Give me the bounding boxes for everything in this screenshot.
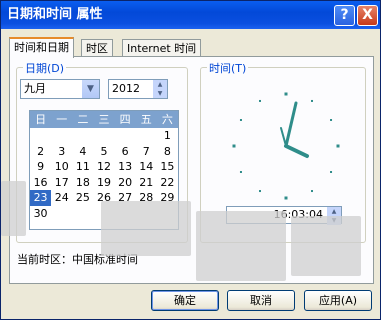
title-bar: 日期和时间 属性 [1,1,380,29]
weekday-header: 五 [140,113,152,126]
calendar-day[interactable]: 10 [51,159,72,175]
spin-up-icon[interactable]: ▲ [153,80,167,89]
window-title: 日期和时间 属性 [7,7,103,22]
calendar-day[interactable]: 20 [115,175,136,191]
pixelated-area [291,216,361,276]
calendar-day[interactable]: 16 [30,175,51,191]
year-spinner[interactable]: 2012 ▲ ▼ [108,79,168,99]
calendar-day[interactable]: 4 [72,144,93,160]
calendar-day[interactable]: 8 [157,144,178,160]
calendar-empty-cell [93,128,114,144]
year-value: 2012 [112,82,140,95]
calendar-empty-cell [115,128,136,144]
clock-tick [239,119,242,121]
calendar-day[interactable]: 9 [30,159,51,175]
clock-tick [330,171,333,173]
ok-button[interactable]: 确定 [151,290,219,311]
date-group-label: 日期(D) [23,60,67,76]
weekday-header: 三 [98,113,110,126]
calendar-day[interactable]: 14 [136,159,157,175]
clock-tick [330,119,333,121]
pixelated-area [196,211,286,281]
calendar-day[interactable]: 15 [157,159,178,175]
pixelated-area [1,181,26,236]
apply-button[interactable]: 应用(A) [304,290,372,311]
calendar-day[interactable]: 13 [115,159,136,175]
calendar-day[interactable]: 3 [51,144,72,160]
minute-hand [284,101,298,148]
year-spin-buttons[interactable]: ▲ ▼ [153,80,167,98]
calendar-day[interactable]: 18 [72,175,93,191]
calendar-day[interactable]: 23 [30,190,52,206]
cancel-button[interactable]: 取消 [227,290,295,311]
calendar-day[interactable]: 11 [72,159,93,175]
calendar-day[interactable]: 25 [72,190,93,206]
chevron-down-icon[interactable]: ▼ [82,80,99,98]
calendar-day[interactable]: 30 [30,206,51,222]
clock-tick [311,190,313,193]
weekday-header: 六 [161,113,173,126]
weekday-header: 日 [35,113,47,126]
clock-tick [232,144,236,148]
calendar-day[interactable]: 22 [157,175,178,191]
spin-down-icon[interactable]: ▼ [153,89,167,98]
calendar-day[interactable]: 6 [115,144,136,160]
calendar-day[interactable]: 21 [136,175,157,191]
weekday-header-row: 日 一 二 三 四 五 六 [30,111,178,128]
clock-tick [284,196,288,200]
weekday-header: 二 [77,113,89,126]
month-select[interactable]: 九月 ▼ [20,79,100,99]
tab-date-time[interactable]: 时间和日期 [9,37,74,58]
clock-tick [259,99,261,102]
calendar-day[interactable]: 19 [93,175,114,191]
weekday-header: 四 [119,113,131,126]
calendar-day[interactable]: 7 [136,144,157,160]
help-button[interactable]: ? [334,5,355,26]
pixelated-area [101,201,191,256]
month-value: 九月 [24,82,46,95]
date-time-properties-window: 日期和时间 属性 ? X 时间和日期 时区 Internet 时间 日期(D) … [0,0,381,320]
calendar-empty-cell [51,128,72,144]
hour-hand [284,144,309,158]
calendar-day[interactable]: 12 [93,159,114,175]
second-hand [280,127,287,147]
weekday-header: 一 [56,113,68,126]
clock-tick [259,190,261,193]
calendar-empty-cell [72,128,93,144]
close-button[interactable]: X [357,5,378,26]
analog-clock [232,92,340,200]
clock-tick [239,171,242,173]
calendar-empty-cell [30,128,51,144]
tab-internet-time[interactable]: Internet 时间 [122,39,202,57]
calendar-day[interactable]: 24 [51,190,72,206]
spin-up-icon[interactable]: ▲ [327,207,341,216]
clock-tick [284,92,288,96]
calendar-empty-cell [136,128,157,144]
clock-tick [311,99,313,102]
calendar-day[interactable]: 17 [51,175,72,191]
calendar-day[interactable]: 1 [157,128,178,144]
clock-tick [336,144,340,148]
calendar-day[interactable]: 2 [30,144,51,160]
tab-time-zone[interactable]: 时区 [81,39,113,57]
calendar-day[interactable]: 5 [93,144,114,160]
time-group-label: 时间(T) [207,60,249,76]
